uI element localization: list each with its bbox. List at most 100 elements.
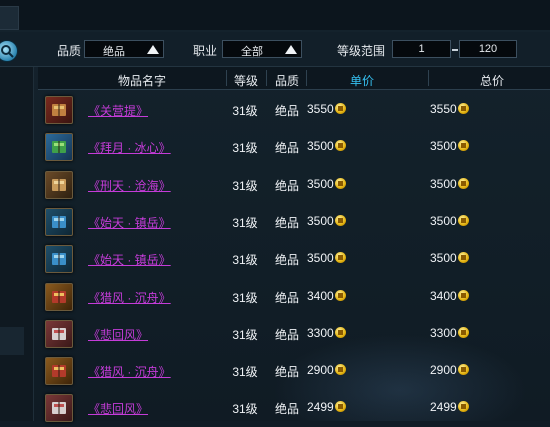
item-level: 31级 — [232, 215, 258, 230]
unit-price: 3500 — [307, 214, 346, 228]
gold-coin-icon — [334, 326, 346, 338]
column-header-unit-price[interactable]: 单价 — [342, 72, 382, 89]
item-level: 31级 — [232, 402, 258, 417]
unit-price-value: 2499 — [307, 400, 334, 415]
item-quality: 绝品 — [274, 290, 299, 305]
item-level: 31级 — [232, 104, 258, 118]
item-name-link[interactable]: 《悲回风》 — [88, 400, 148, 417]
level-range-label: 等级范围 — [337, 44, 386, 58]
top-tab[interactable] — [0, 6, 19, 30]
unit-price: 3300 — [307, 326, 346, 340]
gold-coin-icon — [334, 401, 346, 413]
item-quality: 绝品 — [274, 253, 299, 268]
item-level: 31级 — [232, 253, 258, 268]
level-min-input[interactable]: 1 — [392, 40, 451, 58]
quality-dropdown-value: 绝品 — [103, 46, 125, 58]
gold-coin-icon — [334, 214, 346, 226]
gold-coin-icon — [457, 177, 469, 189]
unit-price: 2499 — [307, 400, 346, 414]
unit-price: 2900 — [307, 363, 346, 377]
item-name-link[interactable]: 《始天 · 镇岳》 — [88, 214, 171, 231]
item-name-link[interactable]: 《拜月 · 冰心》 — [88, 139, 171, 156]
class-dropdown-value: 全部 — [241, 46, 263, 58]
unit-price: 3500 — [307, 139, 346, 153]
item-quality: 绝品 — [274, 104, 299, 118]
total-price: 2900 — [430, 363, 469, 377]
table-row[interactable]: 《始天 · 镇岳》 31级 绝品 3500 3500 — [38, 241, 550, 278]
item-name-link[interactable]: 《猎风 · 沉舟》 — [88, 289, 171, 306]
gold-coin-icon — [457, 289, 469, 301]
item-level: 31级 — [232, 327, 258, 342]
unit-price: 3550 — [307, 102, 346, 116]
table-row[interactable]: 《刑天 · 沧海》 31级 绝品 3500 3500 — [38, 167, 550, 204]
table-row[interactable]: 《关营提》 31级 绝品 3550 3550 — [38, 92, 550, 129]
column-header-item-name[interactable]: 物品名字 — [98, 72, 186, 89]
item-name-link[interactable]: 《悲回风》 — [88, 326, 148, 343]
gold-coin-icon — [457, 401, 469, 413]
total-price: 3300 — [430, 326, 469, 340]
table-header: 物品名字 等级 品质 单价 总价 — [38, 67, 550, 90]
red-book-icon[interactable] — [45, 357, 73, 386]
table-row[interactable]: 《猎风 · 沉舟》 31级 绝品 2900 2900 — [38, 353, 550, 390]
range-dash — [452, 49, 458, 51]
total-price-value: 3300 — [430, 325, 457, 340]
total-price-value: 2499 — [430, 400, 457, 415]
gold-coin-icon — [334, 252, 346, 264]
item-level: 31级 — [232, 290, 258, 305]
unit-price-value: 3300 — [307, 325, 334, 340]
unit-price-value: 3400 — [307, 288, 334, 303]
total-price-value: 3400 — [430, 288, 457, 303]
item-level: 31级 — [232, 365, 258, 380]
gold-coin-icon — [334, 289, 346, 301]
gold-coin-icon — [334, 177, 346, 189]
item-name-link[interactable]: 《刑天 · 沧海》 — [88, 177, 171, 194]
total-price: 3500 — [430, 251, 469, 265]
top-strip — [0, 0, 550, 30]
table-row[interactable]: 《悲回风》 31级 绝品 2499 2499 — [38, 390, 550, 427]
unit-price-value: 3500 — [307, 213, 334, 228]
column-header-quality[interactable]: 品质 — [270, 72, 304, 89]
class-filter-label: 职业 — [193, 44, 218, 58]
pink-book-icon[interactable] — [45, 394, 73, 423]
unit-price-value: 3500 — [307, 251, 334, 266]
blue-book-icon[interactable] — [45, 245, 73, 274]
column-header-total-price[interactable]: 总价 — [472, 72, 512, 89]
blue-book-icon[interactable] — [45, 207, 73, 236]
unit-price: 3500 — [307, 177, 346, 191]
gold-coin-icon — [334, 103, 346, 114]
table-row[interactable]: 《拜月 · 冰心》 31级 绝品 3500 3500 — [38, 129, 550, 166]
green-book-icon[interactable] — [45, 133, 73, 162]
unit-price-value: 3550 — [307, 102, 334, 116]
unit-price: 3500 — [307, 251, 346, 265]
table-row[interactable]: 《悲回风》 31级 绝品 3300 3300 — [38, 316, 550, 353]
gold-coin-icon — [457, 364, 469, 376]
left-panel-tab[interactable] — [0, 327, 24, 355]
scroll-icon[interactable] — [45, 170, 73, 199]
dropdown-arrow-icon — [285, 45, 297, 54]
total-price: 2499 — [430, 400, 469, 414]
red-book-icon[interactable] — [45, 282, 73, 311]
gold-coin-icon — [457, 252, 469, 264]
total-price: 3400 — [430, 289, 469, 303]
gift-box-icon[interactable] — [45, 96, 73, 124]
item-name-link[interactable]: 《关营提》 — [88, 102, 148, 119]
pink-book-icon[interactable] — [45, 319, 73, 348]
total-price-value: 3500 — [430, 251, 457, 266]
column-divider — [226, 70, 227, 86]
class-dropdown[interactable]: 全部 — [222, 40, 302, 58]
unit-price: 3400 — [307, 289, 346, 303]
search-icon — [1, 45, 14, 58]
unit-price-value: 2900 — [307, 363, 334, 378]
table-row[interactable]: 《猎风 · 沉舟》 31级 绝品 3400 3400 — [38, 279, 550, 316]
total-price-value: 3500 — [430, 139, 457, 154]
column-header-level[interactable]: 等级 — [230, 72, 262, 89]
gold-coin-icon — [334, 364, 346, 376]
item-name-link[interactable]: 《猎风 · 沉舟》 — [88, 363, 171, 380]
total-price-value: 3500 — [430, 213, 457, 228]
item-name-link[interactable]: 《始天 · 镇岳》 — [88, 251, 171, 268]
total-price: 3500 — [430, 214, 469, 228]
level-max-input[interactable]: 120 — [459, 40, 517, 58]
table-row[interactable]: 《始天 · 镇岳》 31级 绝品 3500 3500 — [38, 204, 550, 241]
total-price-value: 2900 — [430, 363, 457, 378]
quality-dropdown[interactable]: 绝品 — [84, 40, 164, 58]
